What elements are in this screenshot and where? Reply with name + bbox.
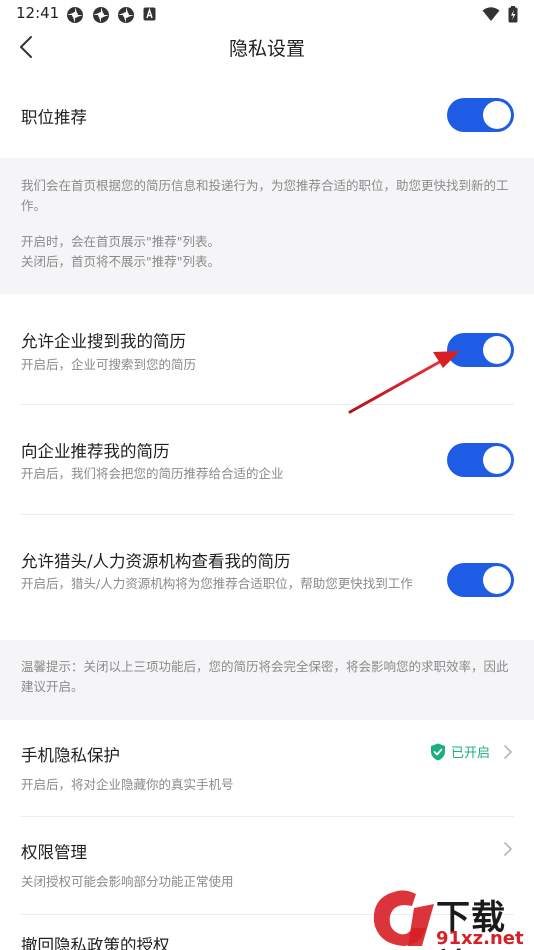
job-recommend-description-box: 我们会在首页根据您的简历信息和投递行为，为您推荐合适的职位，助您更快找到新的工作… xyxy=(0,158,534,294)
app-notification-icon xyxy=(118,7,134,23)
permissions-sub: 关闭授权可能会影响部分功能正常使用 xyxy=(21,874,234,889)
allow-headhunter-toggle[interactable] xyxy=(447,563,514,597)
allow-search-label: 允许企业搜到我的简历 xyxy=(21,332,186,351)
allow-search-toggle[interactable] xyxy=(447,333,514,367)
recommend-resume-label: 向企业推荐我的简历 xyxy=(21,442,170,461)
allow-search-sub: 开启后，企业可搜索到您的简历 xyxy=(21,357,197,372)
toggle-knob xyxy=(483,446,511,474)
toggle-knob xyxy=(483,336,511,364)
watermark-domain-text: 91xz.net xyxy=(436,928,524,949)
divider xyxy=(21,404,514,405)
allow-headhunter-sub: 开启后，猎头/人力资源机构将为您推荐合适职位，帮助您更快找到工作 xyxy=(21,576,413,591)
phone-privacy-label[interactable]: 手机隐私保护 xyxy=(21,742,120,766)
chevron-right-icon[interactable] xyxy=(502,744,514,760)
status-bar: 12:41 xyxy=(0,0,534,28)
job-recommend-on-note: 开启时，会在首页展示"推荐"列表。 xyxy=(21,234,220,249)
divider xyxy=(21,514,514,515)
toggle-knob xyxy=(483,101,511,129)
toggle-knob xyxy=(483,566,511,594)
recommend-resume-sub: 开启后，我们将会把您的简历推荐给合适的企业 xyxy=(21,466,284,481)
privacy-tip-box: 温馨提示：关闭以上三项功能后，您的简历将会完全保密，将会影响您的求职效率，因此建… xyxy=(0,640,534,720)
job-recommend-label: 职位推荐 xyxy=(21,108,87,127)
app-notification-icon xyxy=(93,7,109,23)
job-recommend-toggle[interactable] xyxy=(447,98,514,132)
recommend-resume-toggle[interactable] xyxy=(447,443,514,477)
permissions-label[interactable]: 权限管理 xyxy=(21,839,87,863)
revoke-authorization-label[interactable]: 撤回隐私政策的授权 xyxy=(21,932,170,950)
chevron-right-icon[interactable] xyxy=(502,841,514,857)
phone-privacy-status-text: 已开启 xyxy=(451,746,491,761)
shield-check-icon xyxy=(431,743,445,761)
phone-privacy-sub: 开启后，将对企业隐藏你的真实手机号 xyxy=(21,777,234,792)
job-recommend-description: 我们会在首页根据您的简历信息和投递行为，为您推荐合适的职位，助您更快找到新的工作… xyxy=(21,178,509,213)
status-time: 12:41 xyxy=(16,4,60,22)
divider xyxy=(21,816,514,817)
nav-bar: 隐私设置 xyxy=(0,28,534,68)
allow-headhunter-label: 允许猎头/人力资源机构查看我的简历 xyxy=(21,552,291,571)
page-title: 隐私设置 xyxy=(228,38,305,60)
battery-icon xyxy=(508,6,518,23)
job-recommend-off-note: 关闭后，首页将不展示"推荐"列表。 xyxy=(21,254,220,269)
wifi-icon xyxy=(482,7,500,21)
privacy-tip-text: 温馨提示：关闭以上三项功能后，您的简历将会完全保密，将会影响您的求职效率，因此建… xyxy=(21,659,509,694)
app-notification-icon xyxy=(67,7,83,23)
keyboard-notification-icon xyxy=(143,7,156,21)
